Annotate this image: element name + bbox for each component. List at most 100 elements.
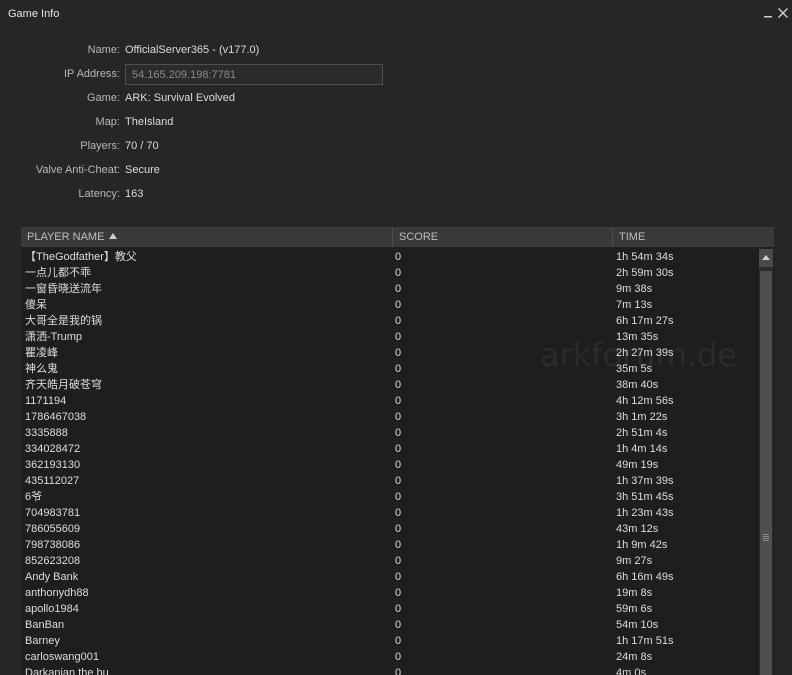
time-cell: 59m 6s [616, 603, 653, 615]
table-row[interactable]: 334028472 0 1h 4m 14s [21, 441, 757, 457]
player-name-cell: 362193130 [25, 459, 81, 471]
table-row[interactable]: 1786467038 0 3h 1m 22s [21, 409, 757, 425]
time-cell: 19m 8s [616, 587, 653, 599]
score-cell: 0 [395, 507, 402, 519]
table-header: PLAYER NAME SCORE TIME [21, 227, 774, 247]
table-row[interactable]: 3335888 0 2h 51m 4s [21, 425, 757, 441]
player-name-cell: 1786467038 [25, 411, 87, 423]
table-row[interactable]: carloswang001 0 24m 8s [21, 649, 757, 665]
latency-value: 163 [125, 188, 144, 200]
player-name-cell: 6爷 [25, 491, 43, 503]
latency-label: Latency: [78, 188, 120, 200]
score-cell: 0 [395, 619, 402, 631]
title-bar: Game Info [0, 0, 792, 28]
table-row[interactable]: 潇洒-Trump 0 13m 35s [21, 329, 757, 345]
score-cell: 0 [395, 251, 402, 263]
player-name-cell: anthonydh88 [25, 587, 89, 599]
table-row[interactable]: 神么鬼 0 35m 5s [21, 361, 757, 377]
time-cell: 6h 17m 27s [616, 315, 674, 327]
player-table: PLAYER NAME SCORE TIME 【TheGodfather】教父 0… [21, 227, 774, 675]
time-cell: 38m 40s [616, 379, 659, 391]
player-name-cell: 一点儿都不乖 [25, 267, 91, 279]
table-body: 【TheGodfather】教父 0 1h 54m 34s 一点儿都不乖 0 2h 59m… [21, 249, 757, 675]
time-cell: 1h 54m 34s [616, 251, 674, 263]
player-name-cell: 786055609 [25, 523, 81, 535]
player-name-cell: 【TheGodfather】教父 [25, 251, 137, 263]
column-header-player-name[interactable]: PLAYER NAME [21, 227, 392, 247]
table-row[interactable]: 1171194 0 4h 12m 56s [21, 393, 757, 409]
column-header-score[interactable]: SCORE [392, 227, 612, 247]
column-header-label: TIME [619, 231, 646, 243]
close-button[interactable] [776, 5, 790, 21]
table-row[interactable]: Darkanian the bu 0 4m 0s [21, 665, 757, 675]
player-name-cell: 852623208 [25, 555, 81, 567]
players-row: Players: 70 / 70 [0, 136, 792, 156]
table-row[interactable]: 齐天皓月破苍穹 0 38m 40s [21, 377, 757, 393]
score-cell: 0 [395, 635, 402, 647]
player-name-cell: 潇洒-Trump [25, 331, 83, 343]
table-row[interactable]: Andy Bank 0 6h 16m 49s [21, 569, 757, 585]
time-cell: 2h 51m 4s [616, 427, 668, 439]
table-row[interactable]: 【TheGodfather】教父 0 1h 54m 34s [21, 249, 757, 265]
time-cell: 1h 23m 43s [616, 507, 674, 519]
table-row[interactable]: anthonydh88 0 19m 8s [21, 585, 757, 601]
table-row[interactable]: Barney 0 1h 17m 51s [21, 633, 757, 649]
player-name-cell: 大哥全是我的锅 [25, 315, 102, 327]
column-header-label: SCORE [399, 231, 439, 243]
table-row[interactable]: 798738086 0 1h 9m 42s [21, 537, 757, 553]
vac-row: Valve Anti-Cheat: Secure [0, 160, 792, 180]
time-cell: 3h 51m 45s [616, 491, 674, 503]
table-row[interactable]: 786055609 0 43m 12s [21, 521, 757, 537]
score-cell: 0 [395, 315, 402, 327]
ip-address-field[interactable] [125, 64, 383, 85]
player-name-cell: 3335888 [25, 427, 68, 439]
table-row[interactable]: 362193130 0 49m 19s [21, 457, 757, 473]
score-cell: 0 [395, 427, 402, 439]
time-cell: 49m 19s [616, 459, 659, 471]
scroll-up-button[interactable] [759, 249, 773, 267]
server-name-row: Name: OfficialServer365 - (v177.0) [0, 40, 792, 60]
scroll-thumb[interactable] [760, 271, 772, 675]
window-title: Game Info [8, 8, 60, 20]
sort-ascending-icon [109, 233, 118, 240]
score-cell: 0 [395, 267, 402, 279]
table-row[interactable]: 大哥全是我的锅 0 6h 17m 27s [21, 313, 757, 329]
game-row: Game: ARK: Survival Evolved [0, 88, 792, 108]
time-cell: 1h 37m 39s [616, 475, 674, 487]
table-row[interactable]: BanBan 0 54m 10s [21, 617, 757, 633]
time-cell: 9m 38s [616, 283, 653, 295]
score-cell: 0 [395, 299, 402, 311]
score-cell: 0 [395, 411, 402, 423]
score-cell: 0 [395, 459, 402, 471]
table-row[interactable]: 傻呆 0 7m 13s [21, 297, 757, 313]
ip-address-label: IP Address: [63, 68, 120, 80]
table-row[interactable]: 852623208 0 9m 27s [21, 553, 757, 569]
table-row[interactable]: apollo1984 0 59m 6s [21, 601, 757, 617]
time-cell: 2h 27m 39s [616, 347, 674, 359]
time-cell: 35m 5s [616, 363, 653, 375]
server-name-label: Name: [87, 44, 120, 56]
time-cell: 54m 10s [616, 619, 659, 631]
vertical-scrollbar[interactable] [759, 249, 773, 675]
player-name-cell: carloswang001 [25, 651, 99, 663]
time-cell: 7m 13s [616, 299, 653, 311]
score-cell: 0 [395, 395, 402, 407]
score-cell: 0 [395, 555, 402, 567]
time-cell: 4m 0s [616, 667, 646, 675]
table-row[interactable]: 6爷 0 3h 51m 45s [21, 489, 757, 505]
table-row[interactable]: 瞿凌峰 0 2h 27m 39s [21, 345, 757, 361]
game-label: Game: [86, 92, 120, 104]
minimize-button[interactable] [761, 5, 775, 21]
scroll-grip-icon [763, 534, 769, 541]
table-row[interactable]: 一点儿都不乖 0 2h 59m 30s [21, 265, 757, 281]
player-name-cell: 334028472 [25, 443, 81, 455]
column-header-time[interactable]: TIME [612, 227, 774, 247]
score-cell: 0 [395, 363, 402, 375]
score-cell: 0 [395, 443, 402, 455]
time-cell: 13m 35s [616, 331, 659, 343]
table-row[interactable]: 704983781 0 1h 23m 43s [21, 505, 757, 521]
table-row[interactable]: 435112027 0 1h 37m 39s [21, 473, 757, 489]
latency-row: Latency: 163 [0, 184, 792, 204]
table-row[interactable]: 一窗昏晓送流年 0 9m 38s [21, 281, 757, 297]
time-cell: 24m 8s [616, 651, 653, 663]
